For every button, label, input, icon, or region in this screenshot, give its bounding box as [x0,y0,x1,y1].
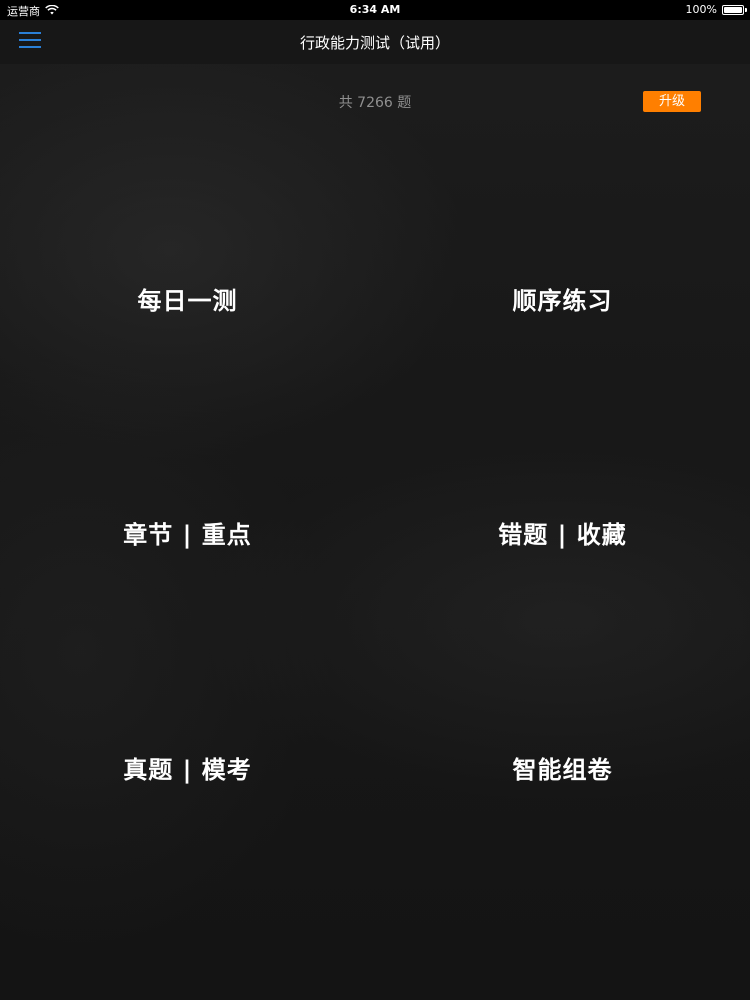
menu-item-chapters-keypoints[interactable]: 章节 | 重点 [0,515,375,550]
battery-fill [724,6,742,13]
battery-group: 100% [685,3,747,16]
battery-percent: 100% [685,3,717,16]
status-bar: 运营商 6:34 AM 100% [0,0,750,20]
menu-item-mistakes-favorites[interactable]: 错题 | 收藏 [375,515,750,550]
menu-item-sequential-practice[interactable]: 顺序练习 [375,281,750,316]
page-title: 行政能力测试（试用） [299,34,450,52]
battery-icon [722,4,747,15]
upgrade-button[interactable]: 升级 [643,91,701,112]
battery-tip [745,7,747,12]
status-time: 6:34 AM [349,3,401,16]
app-screen: 运营商 6:34 AM 100% 行政能力测试（试用） 共 7266 题 升级 … [0,0,750,1000]
menu-item-smart-paper[interactable]: 智能组卷 [375,750,750,785]
navigation-bar: 行政能力测试（试用） [0,20,750,64]
menu-item-past-exams-mock[interactable]: 真题 | 模考 [0,750,375,785]
menu-item-daily-test[interactable]: 每日一测 [0,281,375,316]
question-count: 共 7266 题 [338,95,412,111]
